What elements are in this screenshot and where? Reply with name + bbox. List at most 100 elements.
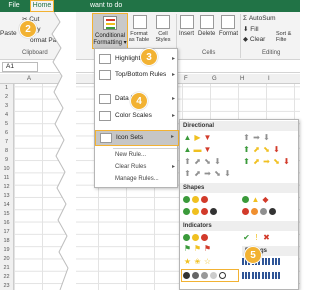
row-header[interactable]: 13 (0, 193, 13, 199)
icon-set-option[interactable]: ⬆ ⬈ ⬊ ⬇ (242, 145, 282, 155)
circle-icon (201, 208, 208, 216)
selected-icon-set-highlight (181, 269, 239, 282)
color-scales-icon (99, 111, 111, 121)
icon-set-option[interactable]: ▲ ◆ (242, 195, 271, 205)
arrow-up-icon: ⬆ (184, 157, 191, 166)
exclamation-circle-icon (192, 234, 199, 242)
menu-item-color-scales[interactable]: Color Scales ▸ (95, 109, 179, 123)
arrow-down-right-icon: ⬊ (263, 145, 270, 154)
row-header[interactable]: 10 (0, 166, 13, 172)
circle-icon (242, 196, 249, 204)
icon-set-option[interactable] (183, 233, 210, 243)
row-header[interactable]: 4 (0, 112, 13, 118)
tab-home[interactable]: Home (30, 0, 54, 12)
arrow-down-icon: ▼ (203, 133, 212, 142)
row-header[interactable]: 1 (0, 85, 13, 91)
row-header[interactable]: 20 (0, 256, 13, 262)
row-header[interactable]: 12 (0, 184, 13, 190)
tab-file[interactable]: File (4, 0, 24, 12)
menu-item-icon-sets[interactable]: Icon Sets ▸ (95, 130, 179, 146)
clear-button[interactable]: ◆ Clear (243, 35, 265, 43)
format-as-table-icon (133, 15, 147, 29)
icon-set-option[interactable]: ⬆ ⬈ ➡ ⬊ ⬇ (183, 169, 233, 179)
arrow-right-icon: ➡ (253, 133, 260, 142)
paste-button[interactable]: Paste (0, 30, 17, 37)
flag-icon: ⚑ (193, 244, 202, 253)
menu-item-highlight-cells-rules[interactable]: Highlight ▸ (95, 52, 179, 66)
chevron-right-icon: ▸ (170, 134, 174, 140)
circle-icon (183, 208, 190, 216)
chevron-down-icon: ▾ (123, 40, 127, 46)
signal-bars-icon (272, 258, 280, 266)
column-header[interactable]: I (268, 74, 270, 84)
icon-set-option[interactable]: ▲ ▬ ▼ (183, 145, 213, 155)
check-icon: ✔ (243, 233, 250, 242)
column-header[interactable]: G (212, 74, 217, 84)
format-as-table-button[interactable]: Format as Table (128, 31, 150, 43)
arrow-down-icon: ⬇ (214, 157, 221, 166)
cell-styles-button[interactable]: Cell Styles (152, 31, 174, 43)
row-header[interactable]: 19 (0, 247, 13, 253)
column-header[interactable]: F (184, 74, 188, 84)
row-header[interactable]: 16 (0, 220, 13, 226)
row-header[interactable]: 3 (0, 103, 13, 109)
chevron-right-icon: ▸ (171, 72, 175, 78)
name-box[interactable]: A1 (2, 62, 38, 72)
menu-item-top-bottom-rules[interactable]: Top/Bottom Rules ▸ (95, 68, 179, 82)
delete-button[interactable]: Delete (198, 31, 215, 37)
row-header[interactable]: 14 (0, 202, 13, 208)
dash-icon: ▬ (193, 145, 202, 154)
icon-set-option[interactable] (242, 271, 282, 281)
row-header[interactable]: 5 (0, 121, 13, 127)
column-header[interactable]: A (27, 74, 31, 84)
row-header[interactable]: 11 (0, 175, 13, 181)
row-headers: 1 2 3 4 5 6 7 8 9 10 11 12 13 14 15 16 1… (0, 84, 14, 290)
row-header[interactable]: 17 (0, 229, 13, 235)
conditional-formatting-menu: Highlight ▸ Top/Bottom Rules ▸ Data B ▸ … (94, 48, 179, 188)
row-header[interactable]: 15 (0, 211, 13, 217)
menu-item-manage-rules[interactable]: Manage Rules... (95, 174, 179, 185)
sort-filter-button[interactable]: Sort & Filte (276, 31, 300, 43)
row-header[interactable]: 8 (0, 148, 13, 154)
signal-bars-icon (262, 258, 270, 266)
column-header[interactable]: H (240, 74, 244, 84)
icon-set-option[interactable]: ⬆ ⬈ ➡ ⬊ ⬇ (242, 157, 292, 167)
icon-set-option[interactable] (242, 207, 278, 217)
section-indicators: Indicators (180, 221, 298, 231)
row-header[interactable]: 7 (0, 139, 13, 145)
icon-set-option[interactable]: ⬆ ➡ ⬇ (242, 133, 272, 143)
row-header[interactable]: 6 (0, 130, 13, 136)
half-star-icon: ✬ (194, 257, 201, 266)
icon-set-option[interactable]: ▲ ▶ ▼ (183, 133, 213, 143)
icon-set-option[interactable] (183, 195, 210, 205)
section-shapes: Shapes (180, 183, 298, 193)
tell-me-box[interactable]: want to do (90, 0, 150, 12)
row-header[interactable]: 21 (0, 265, 13, 271)
row-header[interactable]: 2 (0, 94, 13, 100)
insert-button[interactable]: Insert (179, 31, 194, 37)
arrow-up-right-icon: ⬈ (253, 157, 260, 166)
icon-set-option[interactable]: ★ ✬ ☆ (183, 257, 213, 267)
signal-bars-icon (252, 272, 260, 280)
fill-button[interactable]: ⬇ Fill (243, 25, 259, 33)
circle-icon (260, 208, 267, 216)
row-header[interactable]: 9 (0, 157, 13, 163)
row-header[interactable]: 18 (0, 238, 13, 244)
icon-set-option[interactable]: ✔! ✖ (242, 233, 272, 243)
autosum-button[interactable]: Σ AutoSum (243, 15, 276, 22)
row-header[interactable]: 23 (0, 283, 13, 289)
icon-set-option[interactable]: ⚑ ⚑ ⚑ (183, 244, 213, 254)
format-button[interactable]: Format (219, 31, 238, 37)
circle-icon (192, 208, 199, 216)
arrow-right-icon: ▶ (194, 133, 201, 142)
menu-item-new-rule[interactable]: New Rule... (95, 150, 179, 161)
conditional-formatting-button[interactable]: Conditional Formatting ▾ (92, 13, 128, 49)
triangle-icon: ▲ (251, 195, 260, 204)
highlight-rules-icon (99, 54, 111, 64)
icon-set-option[interactable]: ⬆ ⬈ ⬊ ⬇ (183, 157, 223, 167)
row-header[interactable]: 22 (0, 274, 13, 280)
icon-set-option[interactable] (183, 207, 219, 217)
circle-icon (242, 208, 249, 216)
star-icon: ★ (183, 257, 192, 266)
menu-item-clear-rules[interactable]: Clear Rules ▸ (95, 162, 179, 173)
